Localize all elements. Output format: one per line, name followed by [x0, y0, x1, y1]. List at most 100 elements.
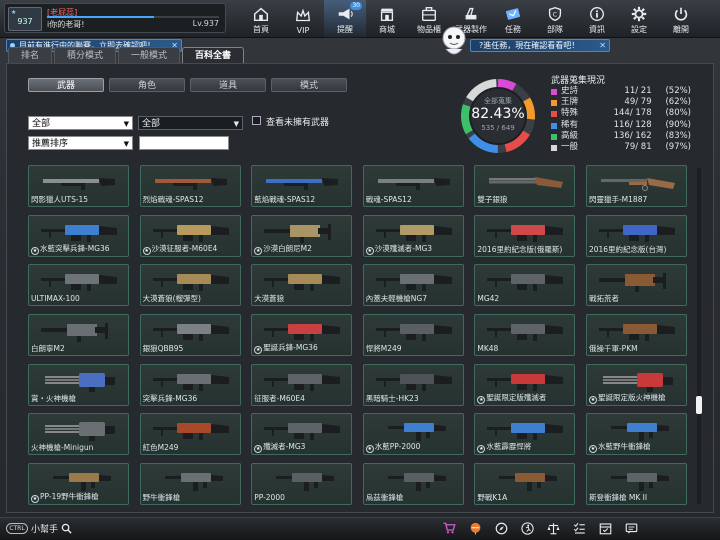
weapon-card[interactable]: 雙子銀狼 — [474, 165, 576, 207]
weapon-card[interactable]: ★ 聖誕兵鋒-MG36 — [251, 314, 353, 357]
avatar[interactable]: ★ 937 — [8, 7, 42, 31]
show-unowned-checkbox[interactable] — [252, 116, 261, 125]
primary-tab[interactable]: 排名 — [8, 47, 53, 63]
balloon-icon — [470, 522, 480, 534]
weapon-card[interactable]: 突擊兵鋒-MG36 — [139, 363, 241, 406]
weapon-card[interactable]: 黑暗騎士-HK23 — [362, 363, 464, 406]
search-icon[interactable] — [61, 523, 72, 534]
weapon-card[interactable]: 2016里約紀念版(俄羅斯) — [474, 214, 576, 257]
weapon-card[interactable]: 閃靈獵手-M1887 — [585, 165, 687, 207]
notification-badge: 30 — [350, 2, 362, 10]
weapon-card[interactable]: 2016里約紀念版(台灣) — [585, 214, 687, 257]
secondary-tab[interactable]: 武器 — [28, 78, 104, 92]
sort-select[interactable]: 推薦排序 ▼ — [28, 136, 133, 150]
nav-shop[interactable]: 商城 — [366, 0, 408, 38]
weapon-card[interactable]: 閃影獵人UTS-15 — [28, 165, 129, 207]
weapon-card[interactable]: 賞・火神機槍 — [28, 363, 129, 406]
calendar-button[interactable] — [594, 518, 616, 538]
weapon-mg-icon — [41, 224, 117, 242]
rarity-swatch-icon — [551, 100, 557, 107]
rarity-count: 11/ 21 — [624, 86, 652, 96]
weapon-card[interactable]: ★ 沙漠白朗尼M2 — [251, 214, 353, 257]
weapon-card[interactable]: 藍焰戰魂-SPAS12 — [251, 165, 353, 207]
weapon-mg-icon — [487, 373, 564, 391]
weapon-card[interactable]: 火神機槍-Minigun — [28, 413, 129, 456]
scrollbar-track[interactable] — [697, 168, 701, 504]
weapon-name-row: 黑暗騎士-HK23 — [366, 394, 463, 404]
weapon-card[interactable]: 悍將M249 — [362, 314, 464, 357]
scrollbar-thumb[interactable] — [696, 396, 702, 414]
weapon-card[interactable]: 烈焰戰魂-SPAS12 — [139, 165, 241, 207]
weapon-card[interactable]: ★ 沙漠征服者-M60E4 — [139, 214, 241, 257]
weapon-card[interactable]: 烏茲衝鋒槍 — [362, 463, 464, 506]
runner-button[interactable] — [516, 518, 538, 538]
player-profile[interactable]: ★ 937 [老屁蕊] i你的老哥! Lv.937 — [4, 3, 226, 33]
donut-label: 全部蒐集 — [484, 97, 512, 105]
weapon-card[interactable]: 征服者-M60E4 — [251, 363, 353, 406]
weapon-name: 戰魂-SPAS12 — [365, 195, 412, 204]
search-input[interactable] — [139, 136, 229, 150]
weapon-card[interactable]: ★ 殲滅者-MG3 — [251, 413, 353, 456]
category-select[interactable]: 全部 ▼ — [28, 116, 133, 130]
cart-button[interactable] — [438, 518, 460, 538]
nav-home[interactable]: 首頁 — [240, 0, 282, 38]
weapon-card[interactable]: 白朗寧M2 — [28, 314, 129, 357]
secondary-tab[interactable]: 模式 — [271, 78, 347, 92]
weapon-card[interactable]: 銀狼QBB95 — [139, 314, 241, 357]
weapon-mg-icon — [152, 423, 229, 441]
mascot-icon[interactable] — [440, 25, 468, 57]
weapon-card[interactable]: ★ 聖誕限定版火神機槍 — [585, 363, 687, 406]
weapon-card[interactable]: ULTIMAX-100 — [28, 264, 129, 307]
weapon-card[interactable]: ★ 水藍霹靂悍將 — [474, 413, 576, 456]
weapon-name-row: ★ 水藍PP-2000 — [365, 442, 463, 454]
balance-button[interactable] — [542, 518, 564, 538]
chat-button[interactable] — [620, 518, 642, 538]
nav-ticket[interactable]: 任務 — [492, 0, 534, 38]
weapon-card[interactable]: MK48 — [474, 314, 576, 357]
weapon-card[interactable]: ★ PP-19野牛衝鋒槍 — [28, 463, 129, 506]
close-icon[interactable]: ✕ — [599, 40, 606, 51]
weapon-card[interactable]: 大漠蒼狼(榴彈型) — [139, 264, 241, 307]
nav-crown[interactable]: VIP — [282, 0, 324, 38]
helper-button[interactable]: CTRL 小幫手 — [6, 522, 72, 535]
balloon-button[interactable] — [464, 518, 486, 538]
nav-clan[interactable]: C 部隊 — [534, 0, 576, 38]
compass-button[interactable] — [490, 518, 512, 538]
checklist-button[interactable] — [568, 518, 590, 538]
weapon-card[interactable]: 野牛衝鋒槍 — [139, 463, 241, 506]
weapon-card[interactable]: 俄操千軍-PKM — [585, 314, 687, 357]
weapon-card[interactable]: ★ 水藍PP-2000 — [362, 413, 464, 456]
weapon-card[interactable]: 斯登衝鋒槍 MK II — [585, 463, 687, 506]
weapon-card[interactable]: ★ 水藍野牛衝鋒槍 — [585, 413, 687, 456]
weapon-card[interactable]: ★ 沙漠殲滅者-MG3 — [362, 214, 464, 257]
weapon-card[interactable]: 戰魂-SPAS12 — [362, 165, 464, 207]
weapon-card[interactable]: 紅色M249 — [139, 413, 241, 456]
nav-megaphone[interactable]: 提醒 30 — [324, 0, 366, 38]
secondary-tab[interactable]: 道具 — [190, 78, 266, 92]
primary-tab[interactable]: 百科全書 — [182, 47, 245, 63]
nav-gear[interactable]: 設定 — [618, 0, 660, 38]
weapon-card[interactable]: MG42 — [474, 264, 576, 307]
weapon-card[interactable]: 戰拓荒者 — [585, 264, 687, 307]
weapon-name: 2016里約紀念版(台灣) — [588, 244, 667, 254]
weapon-card[interactable]: 野戰K1A — [474, 463, 576, 506]
weapon-smg-icon — [387, 473, 446, 492]
secondary-tab[interactable]: 角色 — [109, 78, 185, 92]
weapon-card[interactable]: ★ 聖誕限定版殲滅者 — [474, 363, 576, 406]
primary-tab[interactable]: 一般模式 — [118, 47, 181, 63]
weapon-card[interactable]: PP-2000 — [251, 463, 353, 506]
weapon-card[interactable]: ★ 水藍突擊兵鋒-MG36 — [28, 214, 129, 257]
weapon-card[interactable]: 大漠蒼狼 — [251, 264, 353, 307]
weapon-shotgun-icon — [43, 178, 115, 190]
notice-mission[interactable]: ?進任務，現在確認看看吧！ ✕ — [470, 39, 610, 52]
primary-tab[interactable]: 積分模式 — [54, 47, 117, 63]
nav-power[interactable]: 離開 — [660, 0, 702, 38]
rarity-swatch-icon — [551, 89, 557, 95]
weapon-mg-icon — [41, 274, 117, 292]
weapon-card[interactable]: 內蓋夫輕機槍NG7 — [362, 264, 464, 307]
rarity-swatch-icon — [551, 122, 557, 129]
nav-info[interactable]: 資訊 — [576, 0, 618, 38]
subcategory-select[interactable]: 全部 ▼ — [138, 116, 243, 130]
weapon-smg-icon — [53, 473, 111, 492]
weapon-name-row: 雙子銀狼 — [477, 195, 574, 205]
